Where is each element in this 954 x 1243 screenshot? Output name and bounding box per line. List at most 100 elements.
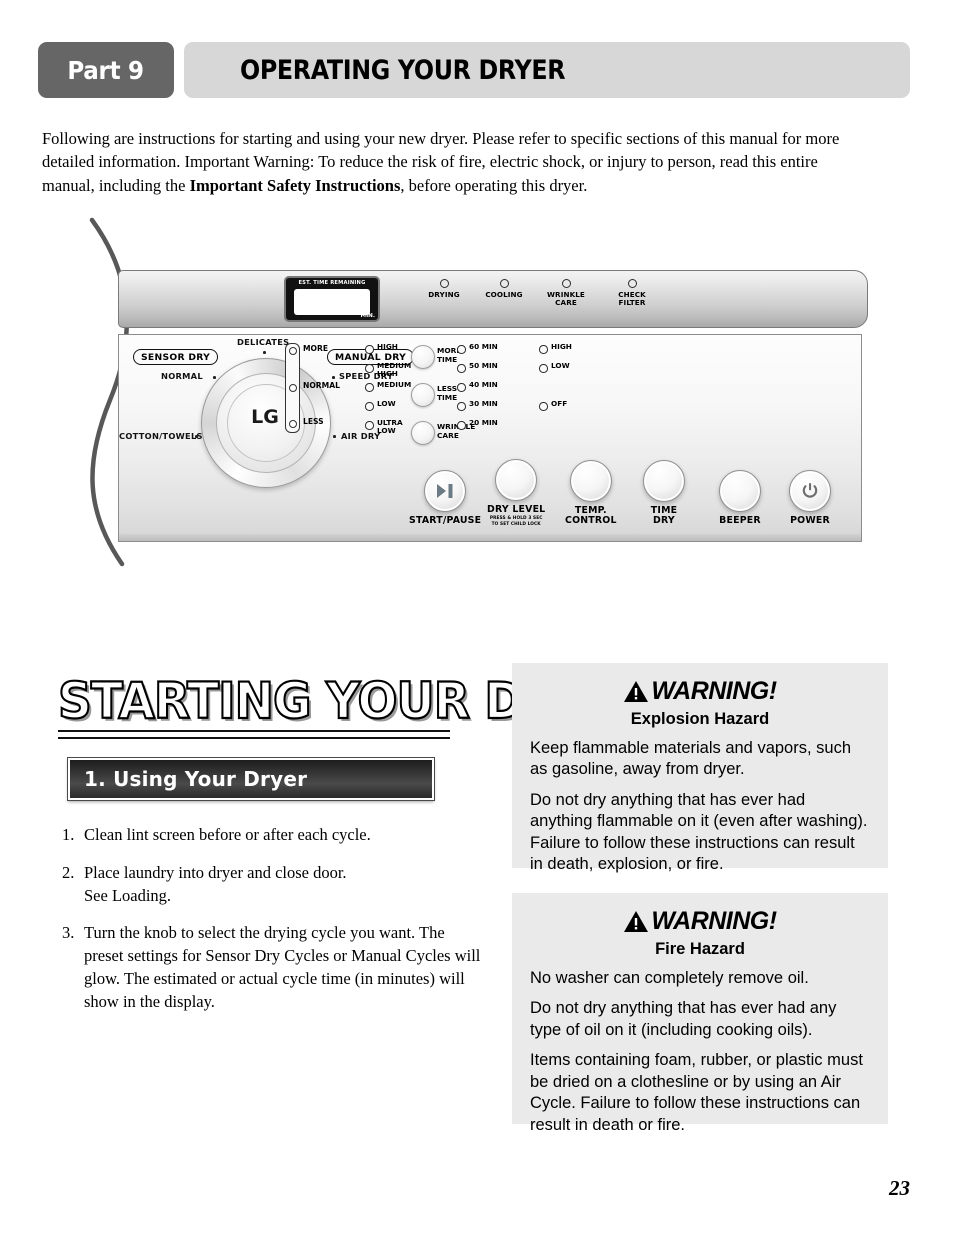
beeper-button[interactable]: BEEPER: [719, 470, 761, 527]
warning-paragraph: No washer can completely remove oil.: [530, 969, 809, 987]
warning-header: WARNING!: [530, 907, 870, 936]
led-ring-icon: [365, 402, 374, 411]
button-circle: [411, 345, 435, 369]
led-ring-icon: [457, 345, 466, 354]
cycle-label-delicates: DELICATES: [237, 337, 290, 347]
display-caption: EST. TIME REMAINING: [298, 280, 366, 286]
temp-control-button[interactable]: TEMP. CONTROL: [565, 459, 617, 527]
step-item: 2. Place laundry into dryer and close do…: [62, 862, 482, 908]
warning-hazard-type: Fire Hazard: [655, 940, 745, 958]
warning-title: WARNING!: [651, 677, 777, 705]
dry-level-label-normal: NORMAL: [303, 381, 340, 390]
warning-box-explosion: WARNING! Explosion Hazard Keep flammable…: [512, 663, 888, 873]
part-label: Part 9: [67, 55, 145, 85]
warning-triangle-icon: [623, 910, 649, 933]
time-option-label: 20 MIN: [469, 418, 498, 427]
cycle-tick: [263, 351, 266, 354]
led-ring-icon: [499, 279, 509, 288]
time-option-label: 30 MIN: [469, 399, 498, 408]
intro-paragraph: Following are instructions for starting …: [42, 127, 854, 198]
play-pause-icon: [437, 484, 453, 499]
step-text: Place laundry into dryer and close door.…: [84, 862, 347, 905]
time-dry-button[interactable]: TIME DRY: [643, 459, 685, 527]
status-led-label: COOLING: [485, 290, 523, 299]
button-circle: [411, 421, 435, 445]
intro-bold-phrase: Important Safety Instructions: [189, 176, 401, 195]
temp-option-label: LOW: [377, 399, 396, 408]
section-heading-underline: [58, 730, 450, 739]
page-title: OPERATING YOUR DRYER: [240, 54, 566, 86]
warning-hazard-type: Explosion Hazard: [630, 710, 770, 728]
part-badge: Part 9: [38, 42, 174, 98]
status-led-check-filter: CHECK FILTER: [597, 279, 667, 307]
dry-level-led-more: [288, 347, 297, 355]
led-ring-icon: [457, 383, 466, 392]
intro-text-after: , before operating this dryer.: [400, 176, 588, 195]
led-ring-icon: [457, 364, 466, 373]
display-window: [294, 289, 370, 315]
led-ring-icon: [365, 421, 374, 430]
step-text: Turn the knob to select the drying cycle…: [84, 923, 481, 1011]
step-number: 2.: [62, 862, 75, 882]
status-led-label: CHECK FILTER: [618, 290, 646, 308]
cycle-tick: [195, 435, 198, 438]
step-item: 3. Turn the knob to select the drying cy…: [62, 922, 482, 1013]
cycle-tick: [333, 435, 336, 438]
dry-level-label: DRY LEVEL: [487, 503, 546, 515]
warning-paragraph: Do not dry anything that has ever had an…: [530, 999, 837, 1039]
power-button[interactable]: POWER: [789, 470, 831, 527]
temp-option-label: MEDIUM HIGH: [377, 361, 412, 379]
status-led-label: WRINKLE CARE: [547, 290, 585, 308]
cycle-label-air-dry: AIR DRY: [341, 431, 381, 441]
led-ring-icon: [539, 402, 548, 411]
subsection-bar: 1. Using Your Dryer: [67, 757, 435, 801]
power-label: POWER: [790, 515, 830, 527]
start-pause-label: START/PAUSE: [409, 515, 482, 527]
subsection-label: 1. Using Your Dryer: [84, 767, 308, 791]
control-panel-face: SENSOR DRY MANUAL DRY DELICATES NORMAL C…: [118, 334, 862, 542]
dry-level-led-normal: [288, 384, 297, 392]
page-title-banner: OPERATING YOUR DRYER: [184, 42, 910, 98]
time-option-label: 50 MIN: [469, 361, 498, 370]
button-circle: [643, 459, 685, 502]
beeper-option-label: LOW: [551, 361, 570, 370]
display-strip: EST. TIME REMAINING MIN. DRYING COOLING …: [118, 270, 868, 328]
cycle-label-cotton-towels: COTTON/TOWELS: [119, 431, 203, 441]
button-circle: [424, 470, 467, 513]
start-pause-button[interactable]: START/PAUSE: [409, 470, 481, 527]
step-number: 1.: [62, 825, 75, 844]
led-ring-icon: [627, 279, 637, 288]
warning-paragraph: Items containing foam, rubber, or plasti…: [530, 1051, 863, 1134]
power-icon: [802, 483, 818, 499]
warning-box-fire: WARNING! Fire Hazard No washer can compl…: [512, 893, 888, 1134]
temp-option-label: MEDIUM: [377, 380, 412, 389]
button-circle: [495, 458, 538, 501]
led-ring-icon: [457, 421, 466, 430]
warning-paragraph: Do not dry anything that has ever had an…: [530, 790, 868, 874]
temp-control-label: TEMP. CONTROL: [565, 504, 617, 527]
dry-level-led-less: [288, 420, 297, 428]
warning-title: WARNING!: [651, 907, 777, 935]
warning-header: WARNING!: [530, 677, 870, 706]
button-circle: [719, 470, 761, 513]
status-led-wrinkle-care: WRINKLE CARE: [531, 279, 601, 307]
led-ring-icon: [539, 364, 548, 373]
page-number: 23: [889, 1176, 910, 1200]
led-ring-icon: [365, 383, 374, 392]
temp-option-label: ULTRA LOW: [377, 418, 403, 436]
step-text: Clean lint screen before or after each c…: [84, 825, 371, 844]
button-circle: [569, 459, 612, 502]
beeper-option-label: HIGH: [551, 342, 572, 351]
dry-level-button[interactable]: DRY LEVEL PRESS & HOLD 3 SEC TO SET CHIL…: [487, 458, 546, 527]
dry-level-sublabel: PRESS & HOLD 3 SEC TO SET CHILD LOCK: [489, 516, 543, 527]
step-number: 3.: [62, 923, 75, 943]
page-header: Part 9 OPERATING YOUR DRYER: [38, 42, 910, 98]
cycle-label-normal: NORMAL: [161, 371, 203, 381]
beeper-label: BEEPER: [719, 515, 761, 527]
steps-list: 1. Clean lint screen before or after eac…: [62, 824, 482, 1028]
temp-option-label: HIGH: [377, 342, 398, 351]
button-circle: [411, 383, 435, 407]
less-time-label: LESS TIME: [437, 384, 458, 402]
led-ring-icon: [539, 345, 548, 354]
control-panel-illustration: EST. TIME REMAINING MIN. DRYING COOLING …: [70, 212, 890, 580]
